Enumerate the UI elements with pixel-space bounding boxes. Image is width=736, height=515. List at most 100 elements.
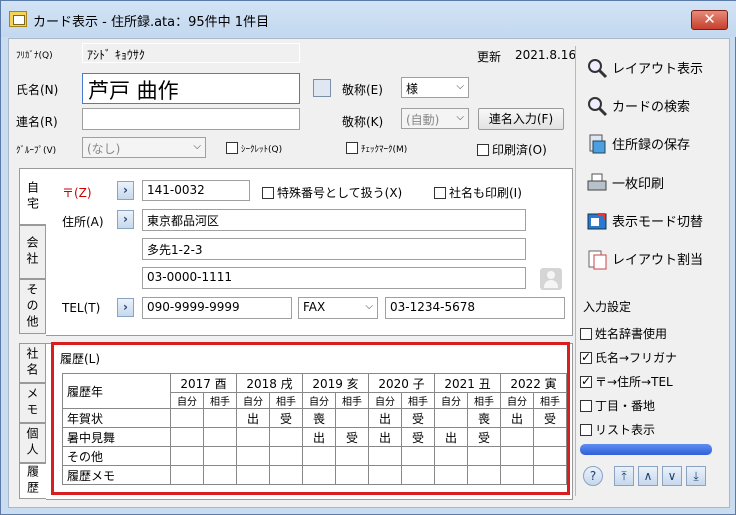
history-cell[interactable] bbox=[434, 446, 468, 466]
tab-history[interactable]: 履歴 bbox=[19, 463, 46, 499]
first-record-icon[interactable]: ⤒ bbox=[614, 466, 634, 486]
mode-switch-button[interactable]: 表示モード切替 bbox=[586, 210, 703, 232]
updated-label: 更新 bbox=[477, 50, 502, 64]
history-cell[interactable] bbox=[269, 465, 303, 485]
printed-checkbox[interactable]: 印刷済(O) bbox=[477, 141, 547, 158]
history-cell[interactable]: 受 bbox=[533, 408, 567, 428]
tab-memo[interactable]: メモ bbox=[19, 383, 46, 423]
tel-arrow-button[interactable]: › bbox=[117, 298, 134, 317]
history-cell[interactable]: 出 bbox=[368, 408, 402, 428]
address-line2[interactable]: 多先1-2-3 bbox=[142, 238, 526, 260]
person-icon[interactable] bbox=[540, 268, 562, 290]
history-cell[interactable]: 受 bbox=[401, 427, 435, 447]
history-cell[interactable]: 受 bbox=[335, 427, 369, 447]
history-cell[interactable] bbox=[467, 465, 501, 485]
joint-name-field[interactable] bbox=[82, 108, 300, 130]
name-field[interactable]: 芦戸 曲作 bbox=[82, 73, 300, 104]
save-button[interactable]: 住所録の保存 bbox=[586, 133, 690, 155]
zip-arrow-button[interactable]: › bbox=[117, 181, 134, 200]
opt-list-checkbox[interactable]: リスト表示 bbox=[580, 421, 655, 438]
opt-list-label: リスト表示 bbox=[595, 423, 656, 437]
layout-assign-button[interactable]: レイアウト割当 bbox=[586, 248, 703, 270]
fax-field[interactable]: 03-1234-5678 bbox=[385, 297, 565, 319]
print-company-checkbox[interactable]: 社名も印刷(I) bbox=[434, 184, 522, 201]
group-select[interactable]: (なし) ⌵ bbox=[82, 137, 206, 158]
history-cell[interactable] bbox=[335, 465, 369, 485]
honorific2-select[interactable]: (自動) ⌵ bbox=[401, 108, 469, 129]
history-cell[interactable] bbox=[302, 465, 336, 485]
history-cell[interactable] bbox=[335, 408, 369, 428]
honorific-select[interactable]: 様 ⌵ bbox=[401, 77, 469, 98]
layout-view-button[interactable]: レイアウト表示 bbox=[586, 57, 703, 79]
print-one-button[interactable]: 一枚印刷 bbox=[586, 172, 664, 194]
furigana-field[interactable]: ｱｼﾄﾞ ｷｮｳｻｸ bbox=[82, 43, 300, 63]
history-cell[interactable] bbox=[500, 446, 534, 466]
opt-chome-checkbox[interactable]: 丁目・番地 bbox=[580, 397, 655, 414]
history-cell[interactable] bbox=[434, 465, 468, 485]
history-cell[interactable] bbox=[401, 446, 435, 466]
fax-select[interactable]: FAX ⌵ bbox=[298, 297, 378, 319]
history-cell[interactable] bbox=[170, 408, 204, 428]
checkmark-checkbox[interactable]: ﾁｪｯｸﾏｰｸ(M) bbox=[346, 141, 407, 155]
special-zip-checkbox[interactable]: 特殊番号として扱う(X) bbox=[262, 184, 402, 201]
history-cell[interactable] bbox=[170, 465, 204, 485]
next-record-icon[interactable]: ∨ bbox=[662, 466, 682, 486]
fax-select-value: FAX bbox=[303, 300, 326, 314]
secret-checkbox[interactable]: ｼｰｸﾚｯﾄ(Q) bbox=[226, 141, 282, 155]
history-cell[interactable] bbox=[269, 446, 303, 466]
history-cell[interactable] bbox=[533, 446, 567, 466]
address-line3[interactable]: 03-0000-1111 bbox=[142, 267, 526, 289]
joint-input-button[interactable]: 連名入力(F) bbox=[478, 108, 564, 130]
history-cell[interactable] bbox=[236, 446, 270, 466]
zip-field[interactable]: 141-0032 bbox=[142, 180, 250, 201]
history-cell[interactable] bbox=[368, 446, 402, 466]
last-record-icon[interactable]: ⤓ bbox=[686, 466, 706, 486]
tel-field[interactable]: 090-9999-9999 bbox=[142, 297, 292, 319]
history-cell[interactable]: 出 bbox=[302, 427, 336, 447]
close-button[interactable]: ✕ bbox=[691, 10, 728, 30]
help-icon[interactable]: ? bbox=[583, 466, 603, 486]
history-cell[interactable]: 喪 bbox=[467, 408, 501, 428]
history-cell[interactable] bbox=[434, 408, 468, 428]
tab-personal[interactable]: 個人 bbox=[19, 423, 46, 463]
opt-dict-checkbox[interactable]: 姓名辞書使用 bbox=[580, 325, 667, 342]
address-book-icon[interactable] bbox=[313, 79, 331, 97]
secret-label: ｼｰｸﾚｯﾄ(Q) bbox=[241, 145, 283, 155]
history-cell[interactable] bbox=[203, 427, 237, 447]
history-cell[interactable] bbox=[500, 465, 534, 485]
tab-home[interactable]: 自宅 bbox=[19, 168, 46, 225]
history-cell[interactable] bbox=[203, 465, 237, 485]
history-cell[interactable]: 受 bbox=[269, 408, 303, 428]
opt-furigana-checkbox[interactable]: 氏名→フリガナ bbox=[580, 349, 677, 366]
history-cell[interactable] bbox=[236, 465, 270, 485]
history-cell[interactable] bbox=[203, 408, 237, 428]
address-arrow-button[interactable]: › bbox=[117, 210, 134, 229]
history-cell[interactable]: 出 bbox=[434, 427, 468, 447]
history-cell[interactable] bbox=[533, 465, 567, 485]
history-cell[interactable] bbox=[401, 465, 435, 485]
history-cell[interactable]: 受 bbox=[401, 408, 435, 428]
tab-company-name[interactable]: 社名 bbox=[19, 343, 46, 383]
history-cell[interactable]: 出 bbox=[368, 427, 402, 447]
card-search-button[interactable]: カードの検索 bbox=[586, 95, 690, 117]
history-cell[interactable]: 出 bbox=[236, 408, 270, 428]
prev-record-icon[interactable]: ∧ bbox=[638, 466, 658, 486]
history-cell[interactable] bbox=[335, 446, 369, 466]
history-cell[interactable] bbox=[236, 427, 270, 447]
history-cell[interactable] bbox=[269, 427, 303, 447]
history-cell[interactable]: 出 bbox=[500, 408, 534, 428]
history-cell[interactable] bbox=[500, 427, 534, 447]
history-cell[interactable] bbox=[170, 446, 204, 466]
history-cell[interactable] bbox=[467, 446, 501, 466]
tab-company[interactable]: 会社 bbox=[19, 225, 46, 279]
history-cell[interactable]: 喪 bbox=[302, 408, 336, 428]
history-cell[interactable] bbox=[170, 427, 204, 447]
history-cell[interactable] bbox=[203, 446, 237, 466]
history-cell[interactable] bbox=[302, 446, 336, 466]
history-cell[interactable] bbox=[533, 427, 567, 447]
address-line1[interactable]: 東京都品河区 bbox=[142, 209, 526, 231]
history-cell[interactable] bbox=[368, 465, 402, 485]
history-cell[interactable]: 受 bbox=[467, 427, 501, 447]
tab-other[interactable]: その他 bbox=[19, 279, 46, 334]
opt-zip-checkbox[interactable]: 〒→住所→TEL bbox=[580, 373, 673, 390]
